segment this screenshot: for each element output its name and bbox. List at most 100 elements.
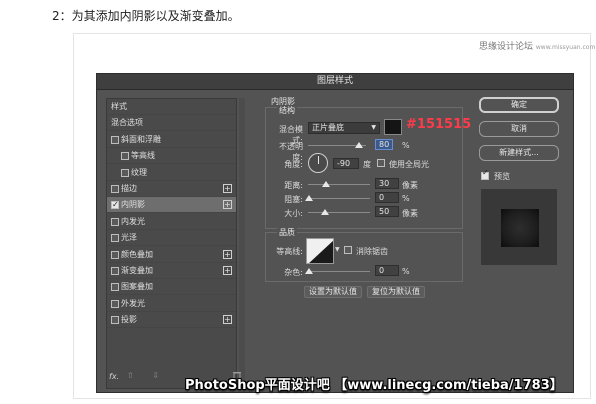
color-annotation: #151515	[406, 117, 472, 132]
blend-mode-select[interactable]: 正片叠底 ▼	[308, 122, 380, 134]
layer-style-dialog: 图层样式 样式混合选项斜面和浮雕等高线纹理描边+内阴影+内发光光泽颜色叠加+渐变…	[96, 73, 574, 393]
add-effect-icon[interactable]: +	[223, 266, 232, 275]
blend-mode-value: 正片叠底	[312, 123, 344, 132]
distance-input[interactable]: 30	[375, 178, 399, 189]
style-list-item[interactable]: 投影 +	[107, 312, 236, 329]
ok-button[interactable]: 确定	[479, 97, 559, 113]
style-list-item[interactable]: 描边 +	[107, 181, 236, 197]
style-list-label: 样式	[111, 102, 127, 111]
choke-label: 阻塞:	[284, 195, 303, 204]
style-list-item[interactable]: 外发光	[107, 296, 236, 312]
preview-label: 预览	[494, 172, 510, 181]
style-list-item[interactable]: 图案叠加	[107, 279, 236, 296]
style-list-item[interactable]: 内发光	[107, 214, 236, 230]
style-list-label: 描边	[121, 184, 137, 193]
style-checkbox[interactable]	[111, 197, 119, 213]
angle-label: 角度:	[284, 160, 303, 169]
style-list-item[interactable]: 样式	[107, 99, 236, 115]
angle-unit: 度	[363, 160, 371, 169]
add-effect-icon[interactable]: +	[223, 184, 232, 193]
reset-default-button[interactable]: 复位为默认值	[367, 286, 425, 298]
size-input[interactable]: 50	[375, 206, 399, 217]
style-list: 样式混合选项斜面和浮雕等高线纹理描边 + 内阴影 + 内发光光泽颜色叠加 + 渐变叠加 + 图案…	[106, 98, 237, 389]
style-checkbox[interactable]	[111, 234, 119, 243]
size-slider[interactable]	[308, 212, 370, 213]
move-arrows[interactable]: ⇧ ⇩	[127, 371, 167, 380]
style-list-item[interactable]: 渐变叠加 +	[107, 263, 236, 279]
new-style-button[interactable]: 新建样式...	[479, 145, 559, 161]
noise-label: 杂色:	[284, 268, 303, 277]
preview-checkbox[interactable]	[481, 168, 489, 180]
style-list-label: 混合选项	[111, 118, 143, 128]
style-list-item[interactable]: 混合选项	[107, 115, 236, 132]
add-effect-icon[interactable]: +	[223, 200, 232, 210]
style-checkbox[interactable]	[121, 168, 129, 177]
style-checkbox[interactable]	[111, 299, 119, 308]
style-list-scrollbar[interactable]	[239, 98, 245, 389]
add-effect-icon[interactable]: +	[223, 249, 232, 259]
choke-slider-thumb[interactable]	[305, 195, 313, 201]
set-default-button[interactable]: 设置为默认值	[304, 286, 362, 298]
style-list-item[interactable]: 光泽	[107, 230, 236, 247]
style-checkbox[interactable]	[111, 267, 119, 275]
global-light-label: 使用全局光	[389, 160, 429, 169]
opacity-slider-thumb[interactable]	[355, 142, 363, 148]
noise-unit: %	[402, 267, 410, 276]
dialog-title: 图层样式	[97, 74, 573, 90]
style-checkbox[interactable]	[111, 217, 119, 226]
angle-input[interactable]: -90	[333, 158, 359, 169]
distance-unit: 像素	[402, 181, 418, 190]
style-list-item[interactable]: 颜色叠加 +	[107, 247, 236, 263]
preview-swatch	[501, 209, 539, 247]
style-list-item[interactable]: 纹理	[107, 165, 236, 181]
choke-unit: %	[402, 194, 410, 203]
opacity-input[interactable]: 80	[375, 139, 393, 150]
page-heading: 2：为其添加内阴影以及渐变叠加。	[52, 9, 240, 23]
watermark-text: PhotoShop平面设计吧 【www.linecg.com/tieba/178…	[185, 378, 563, 393]
distance-label: 距离:	[284, 181, 303, 190]
noise-slider[interactable]	[308, 271, 370, 272]
choke-input[interactable]: 0	[375, 192, 399, 203]
global-light-checkbox[interactable]	[377, 159, 385, 167]
noise-input[interactable]: 0	[375, 265, 399, 276]
quality-title: 品质	[277, 227, 297, 238]
style-list-label: 投影	[121, 315, 137, 325]
choke-slider[interactable]	[308, 198, 370, 199]
style-checkbox[interactable]	[111, 135, 119, 144]
style-list-label: 等高线	[131, 151, 155, 161]
cancel-button[interactable]: 取消	[479, 121, 559, 137]
shadow-color-swatch[interactable]	[384, 119, 402, 135]
add-effect-icon[interactable]: +	[223, 315, 232, 325]
style-list-label: 图案叠加	[121, 282, 153, 292]
style-checkbox[interactable]	[111, 250, 119, 259]
style-list-label: 渐变叠加	[121, 266, 153, 275]
style-list-label: 纹理	[131, 167, 147, 177]
style-checkbox[interactable]	[111, 283, 119, 292]
style-preview-thumbnail	[481, 189, 557, 265]
style-checkbox[interactable]	[121, 152, 129, 161]
style-list-label: 外发光	[121, 298, 145, 308]
style-list-label: 内发光	[121, 216, 145, 226]
style-checkbox[interactable]	[111, 316, 119, 325]
angle-dial[interactable]	[308, 153, 328, 173]
size-slider-thumb[interactable]	[321, 209, 329, 215]
style-checkbox[interactable]	[111, 185, 119, 193]
style-list-item[interactable]: 等高线	[107, 148, 236, 165]
style-list-item[interactable]: 斜面和浮雕	[107, 132, 236, 148]
style-list-label: 斜面和浮雕	[121, 134, 161, 144]
style-list-label: 颜色叠加	[121, 249, 153, 259]
noise-slider-thumb[interactable]	[305, 268, 313, 274]
anti-alias-checkbox[interactable]	[344, 246, 352, 254]
contour-picker[interactable]	[306, 238, 334, 264]
structure-title: 结构	[277, 105, 297, 116]
fx-button[interactable]: fx.	[109, 372, 119, 381]
site-watermark: 思缘设计论坛 www.missyuan.com	[479, 42, 596, 52]
size-label: 大小:	[284, 209, 303, 218]
chevron-down-icon: ▼	[371, 124, 376, 131]
style-list-item[interactable]: 内阴影 +	[107, 197, 236, 214]
distance-slider[interactable]	[308, 184, 370, 185]
distance-slider-thumb[interactable]	[322, 181, 330, 187]
contour-label: 等高线:	[276, 247, 303, 256]
chevron-down-icon[interactable]: ▼	[335, 246, 340, 253]
opacity-unit: %	[402, 141, 410, 150]
